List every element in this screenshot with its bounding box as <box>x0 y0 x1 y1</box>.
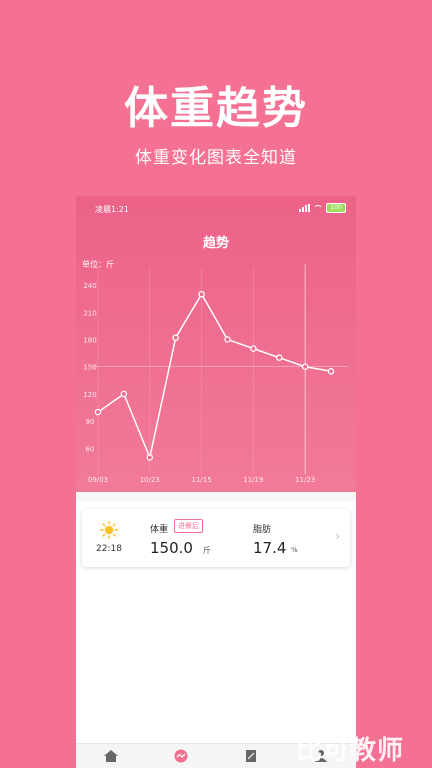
x-tick-label: 11/23 <box>295 476 315 484</box>
fat-unit: % <box>291 546 298 554</box>
y-tick-label: 240 <box>83 282 96 290</box>
y-tick-label: 60 <box>86 445 95 453</box>
home-icon[interactable] <box>103 749 119 763</box>
x-tick-label: 11/15 <box>191 476 211 484</box>
sun-icon <box>100 521 118 539</box>
fat-value: 17.4 <box>253 539 287 557</box>
weight-label: 体重 <box>150 525 169 535</box>
data-point <box>172 334 179 341</box>
record-time: 22:18 <box>96 544 122 554</box>
trend-icon[interactable] <box>173 749 189 763</box>
phone-screenshot: 凌晨1:21 100 趋势 单位：斤 60 90 120 150 180 210 240 09… <box>76 196 356 768</box>
chevron-right-icon[interactable]: › <box>335 529 340 543</box>
record-list: 22:18 体重 进餐后 150.0 斤 脂肪 17.4 % › <box>76 501 356 768</box>
x-tick-label: 09/03 <box>88 476 108 484</box>
watermark: 比可教师 <box>296 736 405 766</box>
weight-trend-chart[interactable]: 60 90 120 150 180 210 240 09/03 10/23 11/15 11/19 1… <box>76 196 356 492</box>
series-line <box>97 292 332 460</box>
weight-unit: 斤 <box>203 546 211 555</box>
y-tick-label: 120 <box>83 391 96 399</box>
x-tick-label: 11/19 <box>243 476 263 484</box>
chart-panel: 凌晨1:21 100 趋势 单位：斤 60 90 120 150 180 210 240 09… <box>76 196 356 492</box>
y-tick-label: 180 <box>83 337 96 345</box>
data-point <box>301 363 309 370</box>
data-point <box>224 336 231 343</box>
meal-tag: 进餐后 <box>174 519 203 533</box>
report-icon[interactable] <box>243 749 259 763</box>
data-point <box>94 408 102 416</box>
hero-subtitle: 体重变化图表全知道 <box>135 148 297 168</box>
fat-label: 脂肪 <box>253 525 272 535</box>
hero-title: 体重趋势 <box>124 83 308 134</box>
data-point <box>250 345 257 352</box>
weight-value: 150.0 <box>150 539 193 557</box>
data-point <box>146 454 154 461</box>
x-tick-label: 10/23 <box>140 476 160 484</box>
data-point <box>198 290 205 298</box>
y-tick-label: 150 <box>83 364 96 372</box>
y-tick-label: 210 <box>83 309 96 317</box>
data-point <box>276 354 283 361</box>
y-tick-label: 90 <box>86 418 95 426</box>
record-card[interactable]: 22:18 体重 进餐后 150.0 斤 脂肪 17.4 % › <box>82 509 350 567</box>
data-point <box>327 368 335 375</box>
data-point <box>120 390 128 398</box>
